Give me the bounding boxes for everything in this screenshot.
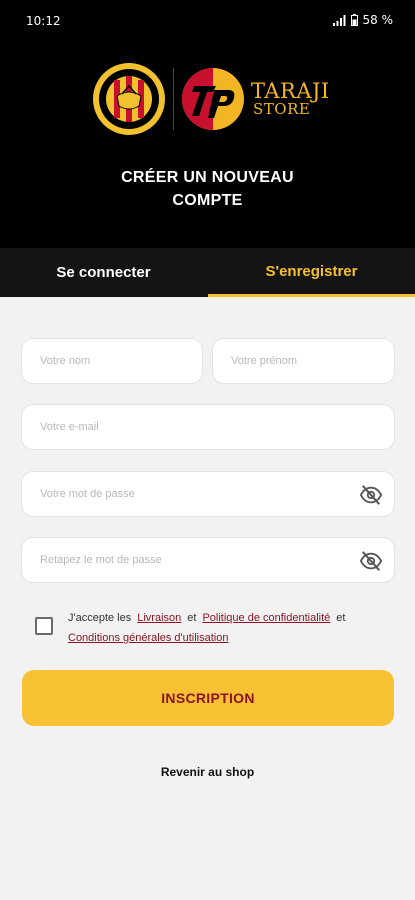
battery-icon bbox=[350, 14, 358, 26]
email-placeholder: Votre e-mail bbox=[40, 421, 99, 433]
password-placeholder: Votre mot de passe bbox=[40, 488, 135, 500]
logo-divider bbox=[173, 68, 174, 130]
eye-off-icon[interactable] bbox=[360, 484, 382, 506]
first-name-field[interactable]: Votre prénom bbox=[212, 338, 395, 384]
password-field[interactable]: Votre mot de passe bbox=[21, 471, 395, 517]
page-title-line2: COMPTE bbox=[172, 192, 243, 209]
tab-login[interactable]: Se connecter bbox=[0, 248, 207, 297]
page-title: CRÉER UN NOUVEAU COMPTE bbox=[0, 166, 415, 212]
conditions-link[interactable]: Conditions générales d'utilisation bbox=[68, 632, 228, 644]
store-wordmark-line1: TARAJI bbox=[251, 79, 330, 103]
last-name-placeholder: Votre nom bbox=[40, 355, 91, 367]
status-indicators: 58 % bbox=[332, 13, 394, 27]
confirm-password-placeholder: Retapez le mot de passe bbox=[40, 554, 162, 566]
terms-and-1: et bbox=[187, 612, 197, 624]
battery-level: 58 % bbox=[362, 13, 394, 27]
signal-icon bbox=[332, 14, 345, 26]
club-crest-logo bbox=[93, 63, 165, 135]
status-time: 10:12 bbox=[26, 14, 61, 28]
tab-register[interactable]: S'enregistrer bbox=[208, 248, 415, 297]
email-field[interactable]: Votre e-mail bbox=[21, 404, 395, 450]
first-name-placeholder: Votre prénom bbox=[231, 355, 298, 367]
last-name-field[interactable]: Votre nom bbox=[21, 338, 203, 384]
delivery-link[interactable]: Livraison bbox=[137, 612, 181, 624]
status-bar: 10:12 58 % bbox=[0, 0, 415, 40]
auth-tabs: Se connecter S'enregistrer bbox=[0, 248, 415, 297]
brand-logos: TARAJI STORE bbox=[0, 62, 415, 136]
terms-and-2: et bbox=[336, 612, 346, 624]
store-wordmark-line2: STORE bbox=[253, 100, 311, 118]
page-title-line1: CRÉER UN NOUVEAU bbox=[121, 169, 294, 186]
confirm-password-field[interactable]: Retapez le mot de passe bbox=[21, 537, 395, 583]
header: 10:12 58 % TARAJI STORE CRÉER UN NOUVEAU… bbox=[0, 0, 415, 248]
back-to-shop-link[interactable]: Revenir au shop bbox=[0, 765, 415, 779]
terms-checkbox[interactable] bbox=[35, 617, 53, 635]
register-button[interactable]: INSCRIPTION bbox=[22, 670, 394, 726]
terms-text: J'accepte les Livraison et Politique de con… bbox=[68, 608, 393, 648]
eye-off-icon[interactable] bbox=[360, 550, 382, 572]
terms-prefix: J'accepte les bbox=[68, 612, 132, 624]
store-wordmark: TARAJI STORE bbox=[251, 81, 330, 117]
store-emblem-logo bbox=[182, 68, 244, 130]
privacy-link[interactable]: Politique de confidentialité bbox=[202, 612, 330, 624]
